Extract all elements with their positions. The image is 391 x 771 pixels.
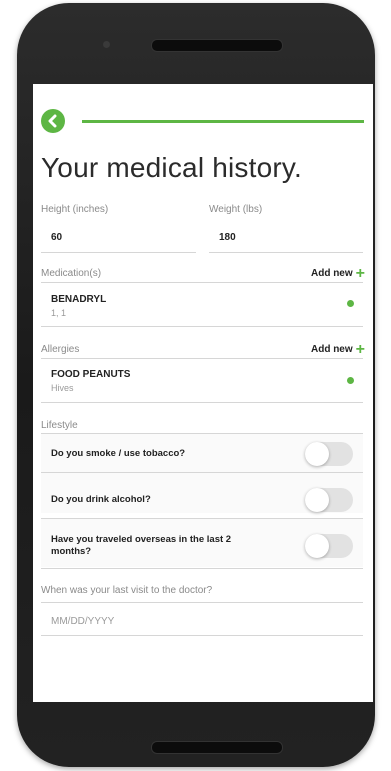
allergies-label: Allergies [41, 344, 80, 355]
medication-name: BENADRYL [51, 294, 107, 305]
medication-status-dot [347, 300, 354, 307]
medications-label: Medication(s) [41, 268, 102, 279]
camera-icon [103, 41, 110, 48]
height-field[interactable]: 60 [51, 232, 62, 243]
toggle-knob [305, 488, 329, 512]
add-allergy-label: Add new [310, 344, 353, 355]
last-visit-label: When was your last visit to the doctor? [41, 585, 213, 596]
speaker-grille [151, 39, 283, 52]
progress-bar [82, 120, 364, 123]
allergies-divider [41, 358, 363, 359]
back-button[interactable] [41, 109, 65, 133]
medications-divider [41, 282, 363, 283]
allergy-name: FOOD PEANUTS [51, 369, 131, 380]
alcohol-question: Do you drink alcohol? [51, 494, 151, 505]
last-visit-date-input[interactable]: MM/DD/YYYY [51, 616, 114, 627]
lifestyle-label: Lifestyle [41, 420, 78, 431]
add-medication-button[interactable]: Add new + [310, 264, 365, 282]
toggle-knob [305, 442, 329, 466]
last-visit-underline [41, 635, 363, 636]
chevron-left-icon [48, 114, 57, 128]
allergy-status-dot [347, 377, 354, 384]
weight-label: Weight (lbs) [209, 204, 263, 215]
weight-underline [209, 252, 363, 253]
add-allergy-button[interactable]: Add new + [310, 340, 365, 358]
height-label: Height (inches) [41, 204, 109, 215]
smoke-question: Do you smoke / use tobacco? [51, 448, 186, 459]
travel-divider [41, 568, 363, 569]
last-visit-divider [41, 602, 363, 603]
toggle-knob [305, 534, 329, 558]
app-screen: Your medical history. Height (inches) 60… [33, 84, 373, 702]
smoke-toggle[interactable] [305, 442, 353, 466]
allergy-row-divider [41, 402, 363, 403]
plus-icon: + [355, 264, 365, 282]
medication-detail: 1, 1 [51, 308, 67, 318]
height-underline [41, 252, 196, 253]
medication-row-divider [41, 326, 363, 327]
add-medication-label: Add new [310, 268, 353, 279]
travel-toggle[interactable] [305, 534, 353, 558]
plus-icon: + [355, 340, 365, 358]
travel-question: Have you traveled overseas in the last 2… [51, 534, 232, 557]
weight-field[interactable]: 180 [219, 232, 236, 243]
bottom-speaker-grille [151, 741, 283, 754]
page-title: Your medical history. [41, 152, 302, 183]
alcohol-toggle[interactable] [305, 488, 353, 512]
allergy-detail: Hives [51, 383, 74, 393]
